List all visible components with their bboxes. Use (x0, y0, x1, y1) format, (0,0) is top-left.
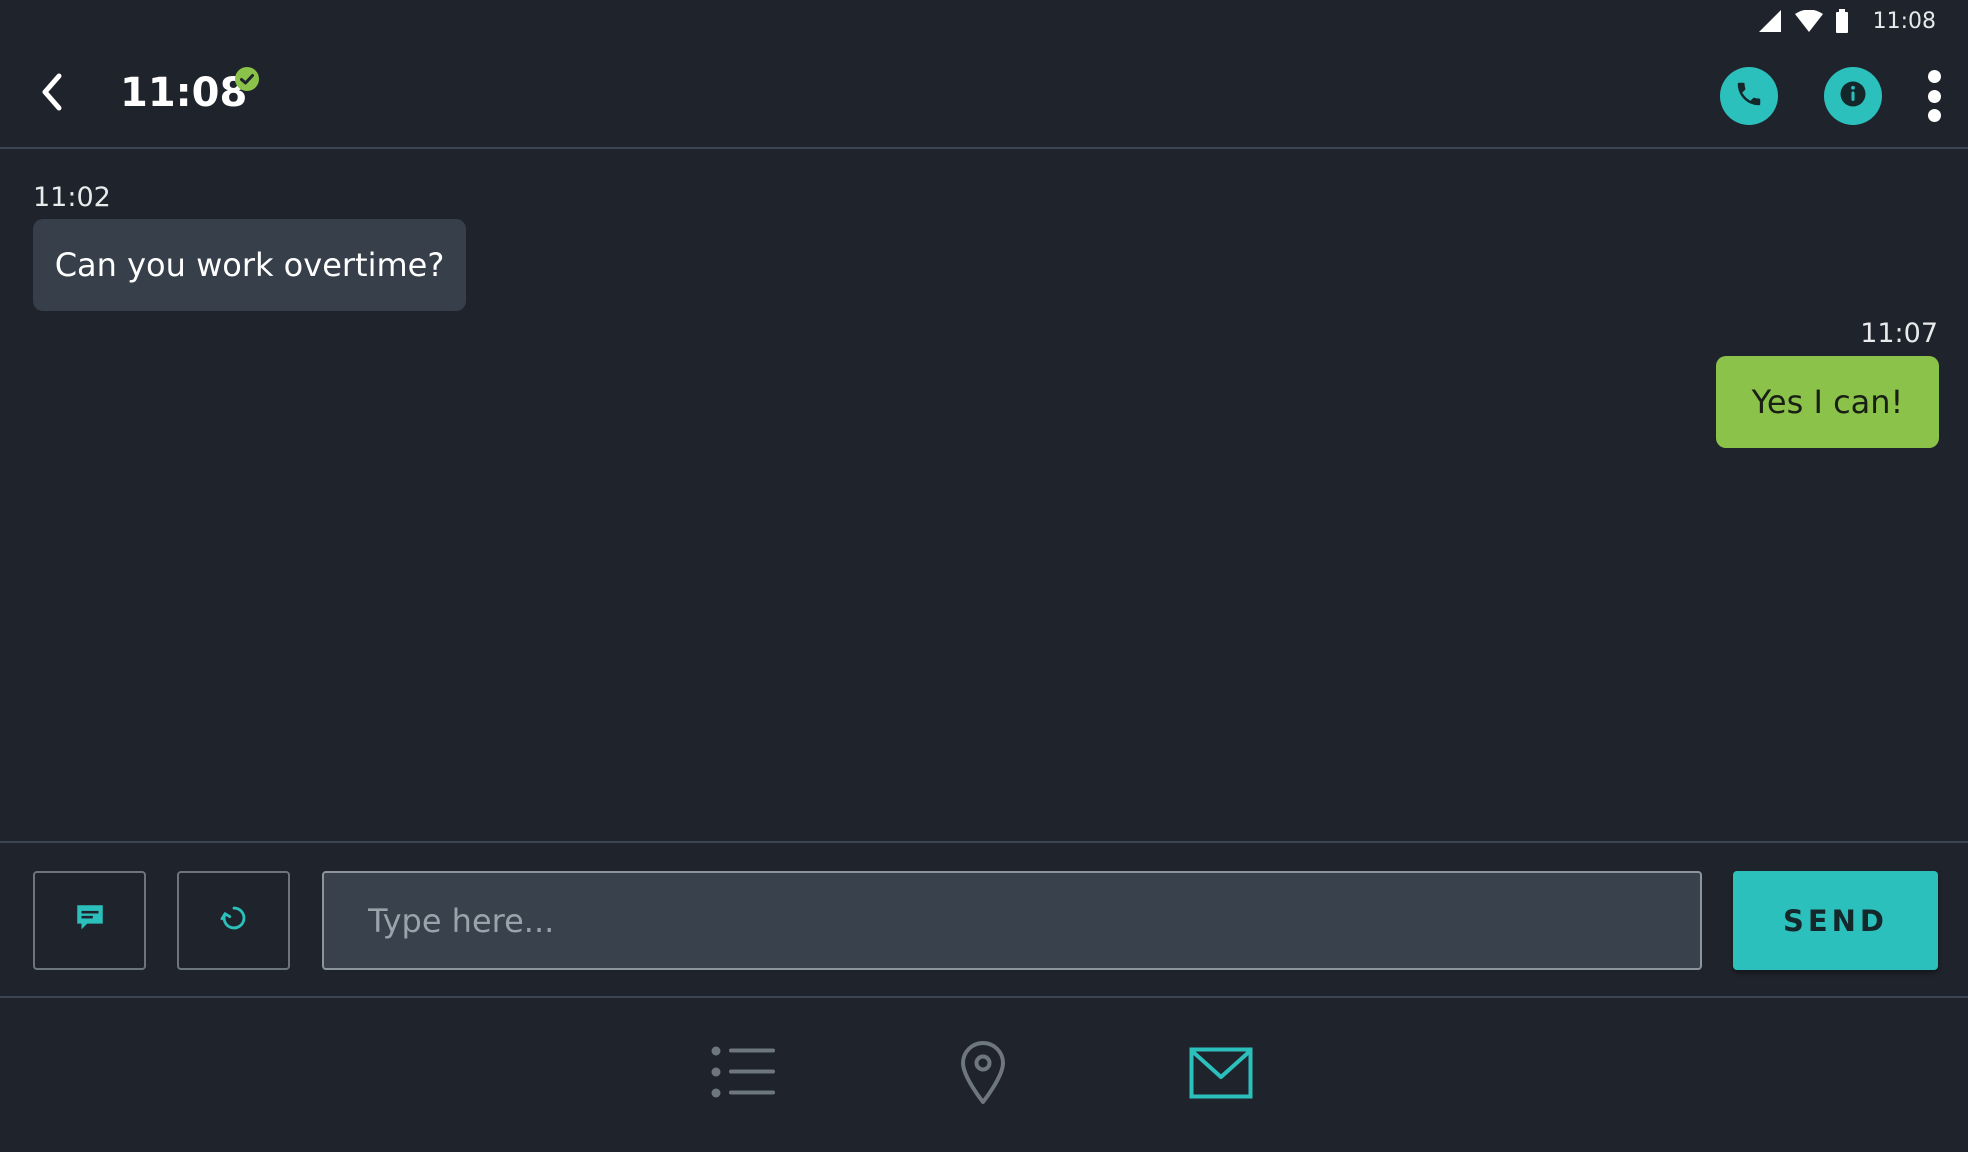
chat-screen: 11:08 11:08 11:02 Can you work overtime?… (0, 0, 1968, 1152)
status-time: 11:08 (1872, 8, 1936, 34)
location-pin-icon (959, 1040, 1007, 1110)
list-icon (711, 1045, 777, 1106)
more-options-button[interactable] (1918, 66, 1950, 126)
call-button[interactable] (1720, 67, 1778, 125)
quick-reply-icon (73, 901, 107, 940)
quick-reply-button[interactable] (33, 871, 146, 970)
message-text: Can you work overtime? (54, 246, 445, 284)
conversation-header: 11:08 (0, 42, 1968, 149)
envelope-icon (1189, 1047, 1253, 1104)
message-composer: SEND (0, 841, 1968, 998)
cellular-signal-icon (1758, 10, 1783, 32)
outgoing-message-bubble[interactable]: Yes I can! (1716, 356, 1939, 448)
more-vertical-icon-dot (1927, 109, 1941, 122)
message-list: 11:02 Can you work overtime? 11:07 Yes I… (0, 149, 1968, 841)
incoming-message-bubble[interactable]: Can you work overtime? (33, 219, 466, 311)
more-vertical-icon-dot (1927, 70, 1941, 83)
nav-item-map[interactable] (943, 1040, 1023, 1110)
status-bar: 11:08 (0, 0, 1968, 42)
info-button[interactable] (1824, 67, 1882, 125)
more-vertical-icon-dot (1927, 89, 1941, 103)
message-input[interactable] (322, 871, 1702, 970)
send-button[interactable]: SEND (1733, 871, 1938, 970)
nav-item-list[interactable] (704, 1040, 784, 1110)
online-status-badge (235, 67, 259, 91)
back-button[interactable] (30, 72, 74, 116)
wifi-icon (1794, 10, 1823, 32)
status-icons: 11:08 (1758, 6, 1936, 36)
message-text: Yes I can! (1751, 383, 1904, 421)
battery-icon (1835, 9, 1849, 33)
back-arrow-icon (37, 72, 67, 117)
message-timestamp: 11:02 (33, 182, 111, 213)
conversation-title: 11:08 (120, 70, 248, 116)
info-icon (1838, 79, 1868, 114)
bottom-navigation (0, 998, 1968, 1152)
nav-item-messages[interactable] (1181, 1040, 1261, 1110)
message-timestamp: 11:07 (1860, 318, 1938, 349)
refresh-icon (217, 901, 251, 940)
refresh-button[interactable] (177, 871, 290, 970)
phone-icon (1734, 79, 1764, 114)
